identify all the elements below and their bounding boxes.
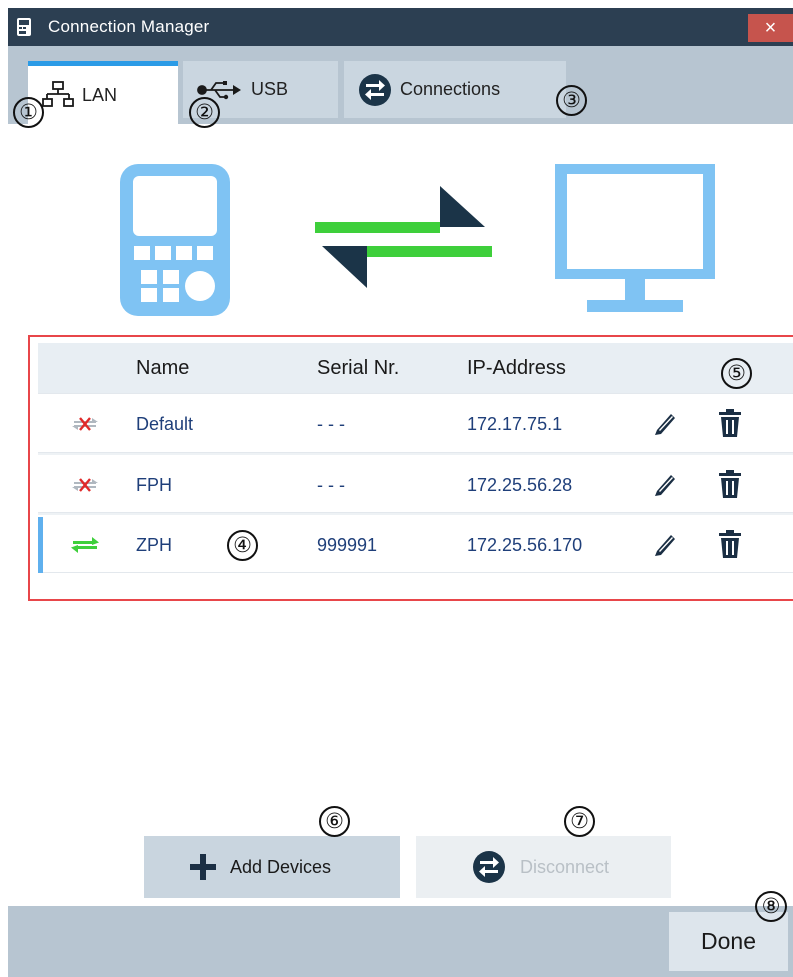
tab-lan-label: LAN: [82, 84, 118, 105]
callout-4: ④: [227, 530, 258, 561]
window-title: Connection Manager: [48, 17, 210, 36]
plus-icon: [190, 854, 216, 880]
close-button[interactable]: ×: [748, 14, 793, 42]
disconnect-button[interactable]: Disconnect: [416, 836, 671, 898]
device-name: FPH: [136, 475, 172, 495]
callout-5: ⑤: [721, 358, 752, 389]
handheld-instrument-icon: [120, 164, 230, 316]
instrument-app-icon: [17, 18, 31, 36]
device-serial: - - -: [317, 414, 345, 434]
table-row[interactable]: Default - - - 172.17.75.1: [38, 393, 793, 453]
header-ip: IP-Address: [467, 357, 566, 379]
network-icon: [42, 81, 74, 107]
tab-lan[interactable]: LAN: [28, 61, 178, 124]
header-name: Name: [136, 357, 190, 379]
device-ip: 172.25.56.28: [467, 475, 573, 495]
device-name: Default: [136, 414, 194, 434]
disconnected-icon: [72, 478, 98, 492]
add-devices-button[interactable]: Add Devices: [144, 836, 400, 898]
pencil-icon[interactable]: [652, 410, 678, 436]
header-serial: Serial Nr.: [317, 357, 400, 379]
trash-icon[interactable]: [718, 469, 742, 499]
lan-panel: Name Serial Nr. IP-Address Default - - -…: [8, 124, 793, 906]
callout-8: ⑧: [755, 891, 787, 922]
callout-6: ⑥: [319, 806, 350, 837]
tab-connections[interactable]: Connections: [344, 61, 566, 118]
pencil-icon[interactable]: [652, 471, 678, 497]
tab-bar: LAN USB Connections: [8, 46, 793, 124]
connections-icon: [473, 851, 505, 883]
tab-usb-label: USB: [251, 79, 289, 99]
connection-manager-window: Connection Manager × LAN USB Connections…: [8, 8, 793, 977]
disconnect-label: Disconnect: [520, 856, 610, 877]
connection-illustration: [120, 164, 715, 316]
selection-indicator: [38, 517, 43, 573]
connected-icon: [71, 537, 99, 553]
callout-7: ⑦: [564, 806, 595, 837]
table-row[interactable]: ZPH 999991 172.25.56.170: [38, 513, 793, 573]
trash-icon[interactable]: [718, 408, 742, 438]
footer-bar: Done: [8, 906, 793, 977]
device-ip: 172.17.75.1: [467, 414, 563, 434]
device-serial: 999991: [317, 535, 378, 555]
connections-icon: [359, 73, 391, 106]
device-ip: 172.25.56.170: [467, 535, 583, 555]
callout-3: ③: [556, 85, 587, 116]
tab-connections-label: Connections: [400, 79, 501, 99]
callout-2: ②: [189, 97, 220, 128]
device-table: Name Serial Nr. IP-Address Default - - -…: [38, 343, 793, 573]
device-area: Name Serial Nr. IP-Address Default - - -…: [20, 124, 793, 819]
title-bar: Connection Manager ×: [8, 8, 793, 46]
pencil-icon[interactable]: [652, 531, 678, 557]
disconnected-icon: [72, 417, 98, 431]
device-name: ZPH: [136, 535, 172, 555]
table-header: Name Serial Nr. IP-Address: [38, 343, 793, 393]
device-table-frame: Name Serial Nr. IP-Address Default - - -…: [28, 335, 793, 601]
monitor-icon: [555, 164, 715, 312]
bidirectional-arrows-icon: [315, 186, 492, 288]
trash-icon[interactable]: [718, 529, 742, 559]
table-row[interactable]: FPH - - - 172.25.56.28: [38, 453, 793, 513]
callout-1: ①: [13, 97, 44, 128]
add-devices-label: Add Devices: [230, 856, 332, 877]
device-serial: - - -: [317, 475, 345, 495]
